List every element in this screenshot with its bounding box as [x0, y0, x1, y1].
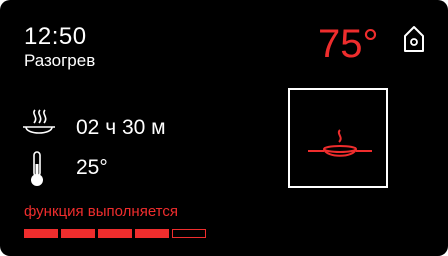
current-temperature: 75° — [318, 22, 379, 66]
home-icon[interactable] — [402, 24, 426, 54]
progress-segment — [135, 229, 169, 238]
progress-bar — [24, 229, 210, 238]
duration-value: 02 ч 30 м — [76, 116, 166, 139]
clock-time: 12:50 — [24, 23, 87, 50]
progress-segment — [24, 229, 58, 238]
thermometer-icon — [29, 150, 45, 188]
set-temperature: 25° — [76, 156, 108, 179]
status-text: Разогрев — [24, 51, 96, 70]
function-status-label: функция выполняется — [24, 203, 178, 220]
oven-display: 12:50 Разогрев 75° 02 ч 30 м 25° функция… — [0, 0, 448, 256]
progress-segment — [98, 229, 132, 238]
progress-segment — [172, 229, 206, 238]
pan-steam-icon — [308, 129, 372, 157]
mode-tile[interactable] — [288, 88, 388, 188]
progress-segment — [61, 229, 95, 238]
dish-steam-icon — [21, 108, 57, 140]
